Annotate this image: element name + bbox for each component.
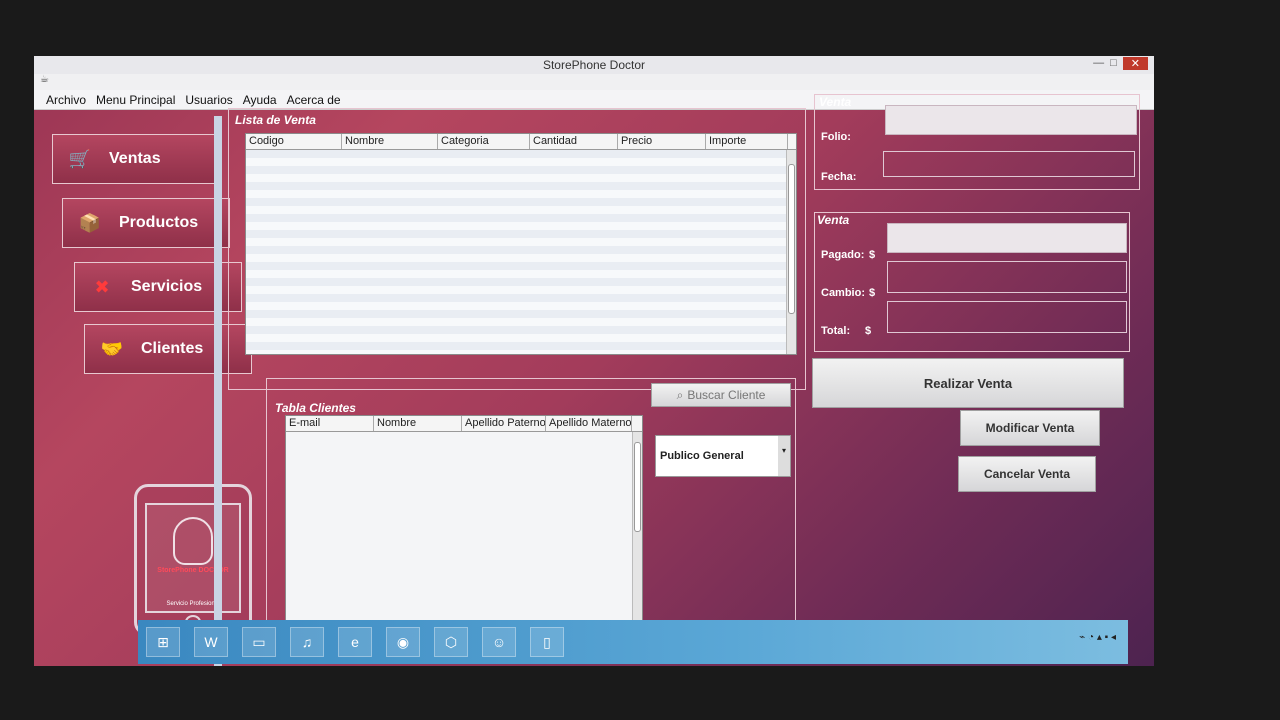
search-client-label: Buscar Cliente — [687, 388, 766, 402]
client-type-select[interactable]: Publico General ▾ — [655, 435, 791, 477]
menu-archivo[interactable]: Archivo — [46, 93, 86, 107]
sales-list-title: Lista de Venta — [235, 113, 316, 127]
column-header[interactable]: Cantidad — [530, 134, 618, 149]
menu-principal[interactable]: Menu Principal — [96, 93, 175, 107]
itunes-icon[interactable]: ♫ — [290, 627, 324, 657]
app-logo: StorePhone DOCTOR Servicio Profesional — [134, 484, 252, 636]
payment-panel: Venta Pagado: $ Cambio: $ Total: $ — [814, 212, 1130, 352]
column-header[interactable]: E-mail — [286, 416, 374, 431]
sales-table-body[interactable] — [246, 150, 796, 354]
sales-table-scrollbar[interactable] — [786, 150, 796, 354]
app-window: StorePhone Doctor — □ ✕ ☕ Archivo Menu P… — [34, 56, 1154, 666]
maximize-button[interactable]: □ — [1110, 57, 1117, 70]
phone-app-icon[interactable]: ▯ — [530, 627, 564, 657]
taskbar: ⊞ W ▭ ♫ e ◉ ⬡ ☺ ▯ ⌁ ◔ ▴ ▪ ◂ — [138, 620, 1128, 664]
sales-list-panel: Lista de Venta Codigo Nombre Categoria C… — [228, 108, 806, 390]
clients-table-header: E-mail Nombre Apellido Paterno Apellido … — [286, 416, 642, 432]
minimize-button[interactable]: — — [1093, 57, 1104, 70]
sidebar-item-productos[interactable]: 📦 Productos — [62, 198, 230, 248]
folio-label: Folio: — [821, 131, 851, 143]
logo-brand: StorePhone DOCTOR — [157, 567, 229, 574]
client-type-value: Publico General — [660, 450, 744, 462]
chevron-down-icon: ▾ — [778, 436, 790, 476]
clients-panel: Tabla Clientes E-mail Nombre Apellido Pa… — [266, 378, 796, 630]
venta-info-panel: Venta Folio: Fecha: — [814, 94, 1140, 190]
venta-info-title: Venta — [819, 95, 852, 109]
fecha-label: Fecha: — [821, 171, 857, 183]
scroll-thumb[interactable] — [634, 442, 641, 532]
logo-subtitle: Servicio Profesional — [166, 601, 220, 607]
currency-symbol: $ — [869, 287, 876, 299]
cart-icon: 🛒 — [68, 148, 92, 169]
window-controls: — □ ✕ — [1093, 57, 1148, 70]
payment-title: Venta — [817, 213, 850, 227]
modificar-venta-button[interactable]: Modificar Venta — [960, 410, 1100, 446]
app-icon-row: ☕ — [34, 74, 1154, 90]
system-tray[interactable]: ⌁ ◔ ▴ ▪ ◂ — [1079, 632, 1116, 643]
column-header[interactable]: Precio — [618, 134, 706, 149]
head-silhouette-icon — [173, 517, 213, 565]
column-header[interactable]: Apellido Materno — [546, 416, 632, 431]
sidebar-item-label: Servicios — [131, 278, 203, 295]
column-header[interactable]: Importe — [706, 134, 788, 149]
word-icon[interactable]: W — [194, 627, 228, 657]
currency-symbol: $ — [869, 249, 876, 261]
menu-acerca[interactable]: Acerca de — [287, 93, 341, 107]
sidebar-item-clientes[interactable]: 🤝 Clientes — [84, 324, 252, 374]
logo-screen: StorePhone DOCTOR Servicio Profesional — [145, 503, 241, 613]
pagado-field[interactable] — [887, 223, 1127, 253]
java-icon: ☕ — [40, 74, 49, 85]
sidebar-divider — [214, 116, 222, 666]
sidebar-item-label: Productos — [119, 214, 199, 231]
search-client-button[interactable]: ⌕ Buscar Cliente — [651, 383, 791, 407]
folio-field[interactable] — [885, 105, 1137, 135]
handshake-icon: 🤝 — [100, 338, 124, 359]
sales-table-header: Codigo Nombre Categoria Cantidad Precio … — [246, 134, 796, 150]
sidebar-item-ventas[interactable]: 🛒 Ventas — [52, 134, 220, 184]
column-header[interactable]: Nombre — [342, 134, 438, 149]
file-explorer-icon[interactable]: ▭ — [242, 627, 276, 657]
sidebar-item-label: Ventas — [109, 150, 161, 167]
cancelar-venta-button[interactable]: Cancelar Venta — [958, 456, 1096, 492]
menu-usuarios[interactable]: Usuarios — [185, 93, 232, 107]
pagado-label: Pagado: — [821, 249, 865, 261]
sidebar-item-label: Clientes — [141, 340, 204, 357]
smiley-icon[interactable]: ☺ — [482, 627, 516, 657]
total-field[interactable] — [887, 301, 1127, 333]
clients-table[interactable]: E-mail Nombre Apellido Paterno Apellido … — [285, 415, 643, 623]
column-header[interactable]: Nombre — [374, 416, 462, 431]
chrome-icon[interactable]: ◉ — [386, 627, 420, 657]
clients-table-scrollbar[interactable] — [632, 432, 642, 622]
sales-table[interactable]: Codigo Nombre Categoria Cantidad Precio … — [245, 133, 797, 355]
internet-explorer-icon[interactable]: e — [338, 627, 372, 657]
windows-start-icon[interactable]: ⊞ — [146, 627, 180, 657]
column-header[interactable]: Codigo — [246, 134, 342, 149]
title-bar: StorePhone Doctor — □ ✕ — [34, 56, 1154, 74]
tools-icon: ✖ — [94, 276, 110, 297]
cambio-label: Cambio: — [821, 287, 865, 299]
scroll-thumb[interactable] — [788, 164, 795, 314]
shield-icon[interactable]: ⬡ — [434, 627, 468, 657]
realizar-venta-button[interactable]: Realizar Venta — [812, 358, 1124, 408]
search-icon: ⌕ — [676, 387, 684, 402]
menu-ayuda[interactable]: Ayuda — [243, 93, 277, 107]
total-label: Total: — [821, 325, 851, 337]
clients-table-title: Tabla Clientes — [275, 401, 356, 415]
column-header[interactable]: Apellido Paterno — [462, 416, 546, 431]
currency-symbol: $ — [865, 325, 872, 337]
box-icon: 📦 — [78, 212, 102, 233]
column-header[interactable]: Categoria — [438, 134, 530, 149]
window-title: StorePhone Doctor — [542, 58, 646, 72]
clients-table-body[interactable] — [286, 432, 642, 622]
cambio-field[interactable] — [887, 261, 1127, 293]
close-button[interactable]: ✕ — [1122, 57, 1148, 70]
fecha-field[interactable] — [883, 151, 1135, 177]
